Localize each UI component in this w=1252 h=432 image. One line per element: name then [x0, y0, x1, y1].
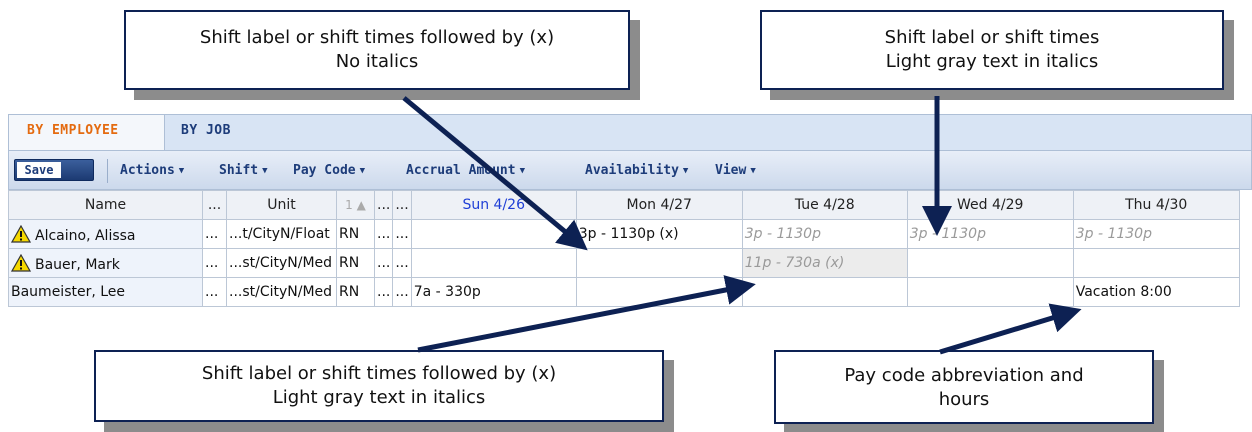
- column-header-job-sorted[interactable]: 1 ▲: [336, 190, 375, 220]
- schedule-grid: Name ... Unit 1 ▲ ... ... Sun 4/26 Mon 4…: [8, 190, 1240, 307]
- shift-cell-thu[interactable]: [1072, 248, 1240, 278]
- shift-cell-thu[interactable]: 3p - 1130p: [1072, 219, 1240, 249]
- pay-code-menu[interactable]: Pay Code ▼: [293, 163, 365, 178]
- employee-name-cell[interactable]: Baumeister, Lee: [8, 277, 203, 307]
- shift-cell-sun[interactable]: [410, 219, 577, 249]
- job-cell: RN: [336, 277, 375, 307]
- table-row: Baumeister, Lee ... ...st/CityN/Med RN .…: [8, 277, 1240, 307]
- schedule-widget: BY EMPLOYEE BY JOB Save Actions ▼ Shift ▼ …: [8, 114, 1252, 336]
- callout-bottom-left: Shift label or shift times followed by (…: [94, 350, 664, 422]
- table-row: Bauer, Mark ... ...st/CityN/Med RN ... .…: [8, 248, 1240, 278]
- job-cell: RN: [336, 248, 375, 278]
- unit-cell: ...st/CityN/Med: [226, 277, 337, 307]
- shift-menu[interactable]: Shift ▼: [219, 163, 268, 178]
- save-button-label: Save: [17, 162, 61, 178]
- unit-cell: ...st/CityN/Med: [226, 248, 337, 278]
- column-header-unit[interactable]: Unit: [226, 190, 337, 220]
- employee-name-cell[interactable]: Bauer, Mark: [8, 248, 203, 278]
- column-header-thu[interactable]: Thu 4/30: [1072, 190, 1240, 220]
- employee-name: Alcaino, Alissa: [35, 227, 136, 244]
- shift-cell-mon[interactable]: 3p - 1130p (x): [575, 219, 743, 249]
- callout-top-left: Shift label or shift times followed by (…: [124, 10, 630, 90]
- availability-menu[interactable]: Availability ▼: [585, 163, 688, 178]
- more-cell: ...: [373, 219, 394, 249]
- warning-icon: [11, 253, 31, 272]
- accrual-amount-menu[interactable]: Accrual Amount ▼: [406, 163, 525, 178]
- more-cell: ...: [373, 248, 394, 278]
- toolbar: Save Actions ▼ Shift ▼ Pay Code ▼ Accrual A…: [8, 150, 1252, 190]
- shift-cell-tue[interactable]: 3p - 1130p: [741, 219, 908, 249]
- chevron-down-icon: ▼: [178, 166, 185, 176]
- column-header-mon[interactable]: Mon 4/27: [575, 190, 743, 220]
- actions-menu-label: Actions: [120, 163, 175, 178]
- accrual-amount-menu-label: Accrual Amount: [406, 163, 516, 178]
- column-header-name[interactable]: Name: [8, 190, 203, 220]
- shift-cell-sun[interactable]: [410, 248, 577, 278]
- callout-text: Shift label or shift times followed by (…: [201, 363, 557, 384]
- more-cell: ...: [392, 248, 412, 278]
- actions-menu[interactable]: Actions ▼: [120, 163, 184, 178]
- shift-cell-tue[interactable]: [741, 277, 908, 307]
- chevron-down-icon: ▼: [262, 166, 268, 176]
- callout-bottom-right: Pay code abbreviation and hours: [774, 350, 1154, 424]
- view-tabs: BY EMPLOYEE BY JOB: [8, 114, 1252, 151]
- column-header-more[interactable]: ...: [373, 190, 394, 220]
- view-menu-label: View: [715, 163, 747, 178]
- table-row: Alcaino, Alissa ... ...t/CityN/Float RN …: [8, 219, 1240, 249]
- callout-text: Pay code abbreviation and: [844, 365, 1084, 386]
- chevron-down-icon: ▼: [750, 166, 756, 176]
- job-cell: RN: [336, 219, 375, 249]
- header-row: Name ... Unit 1 ▲ ... ... Sun 4/26 Mon 4…: [8, 190, 1240, 220]
- chevron-down-icon: ▼: [359, 166, 366, 176]
- callout-text: hours: [938, 389, 990, 410]
- more-cell: ...: [202, 219, 227, 249]
- shift-cell-wed[interactable]: [906, 248, 1074, 278]
- callout-text: Light gray text in italics: [272, 387, 486, 408]
- employee-name-cell[interactable]: Alcaino, Alissa: [8, 219, 203, 249]
- callout-top-right: Shift label or shift times Light gray te…: [760, 10, 1224, 90]
- shift-cell-wed[interactable]: 3p - 1130p: [906, 219, 1074, 249]
- column-header-wed[interactable]: Wed 4/29: [906, 190, 1074, 220]
- availability-menu-label: Availability: [585, 163, 679, 178]
- callout-text: Shift label or shift times followed by (…: [199, 27, 555, 48]
- more-cell: ...: [392, 219, 412, 249]
- shift-cell-wed[interactable]: [906, 277, 1074, 307]
- chevron-down-icon: ▼: [519, 166, 525, 176]
- more-cell: ...: [202, 248, 227, 278]
- shift-cell-mon[interactable]: [575, 277, 743, 307]
- more-cell: ...: [373, 277, 394, 307]
- tab-by-employee[interactable]: BY EMPLOYEE: [9, 115, 165, 151]
- unit-cell: ...t/CityN/Float: [226, 219, 337, 249]
- column-header-more[interactable]: ...: [202, 190, 227, 220]
- column-header-more[interactable]: ...: [392, 190, 412, 220]
- callout-text: Shift label or shift times: [884, 27, 1100, 48]
- column-header-sun[interactable]: Sun 4/26: [410, 190, 577, 220]
- callout-text: Light gray text in italics: [885, 51, 1099, 72]
- toolbar-divider: [107, 159, 108, 183]
- shift-cell-sun[interactable]: 7a - 330p: [410, 277, 577, 307]
- column-header-tue[interactable]: Tue 4/28: [741, 190, 908, 220]
- pay-code-menu-label: Pay Code: [293, 163, 356, 178]
- more-cell: ...: [202, 277, 227, 307]
- view-menu[interactable]: View ▼: [715, 163, 756, 178]
- more-cell: ...: [392, 277, 412, 307]
- shift-cell-tue[interactable]: 11p - 730a (x): [741, 248, 908, 278]
- shift-cell-mon[interactable]: [575, 248, 743, 278]
- tab-by-job[interactable]: BY JOB: [181, 123, 231, 138]
- save-button[interactable]: Save: [14, 159, 94, 181]
- shift-cell-thu[interactable]: Vacation 8:00: [1072, 277, 1240, 307]
- chevron-down-icon: ▼: [682, 166, 689, 176]
- warning-icon: [11, 224, 31, 243]
- employee-name: Baumeister, Lee: [11, 284, 126, 300]
- callout-text: No italics: [335, 51, 419, 72]
- shift-menu-label: Shift: [219, 163, 259, 178]
- employee-name: Bauer, Mark: [35, 256, 120, 273]
